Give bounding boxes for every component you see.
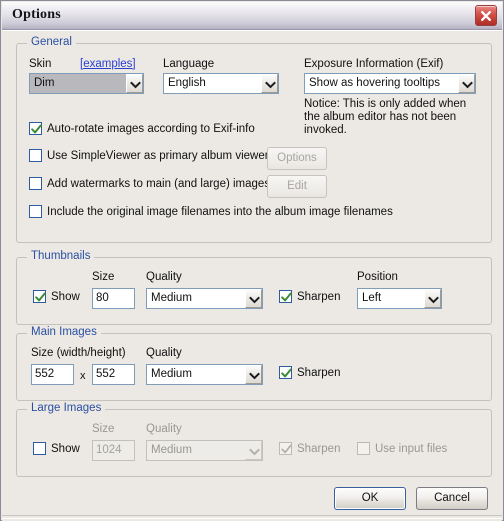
skin-combobox[interactable]: Dim [29,73,144,94]
thumbnails-size-label: Size [92,271,115,283]
general-group-label: General [27,36,76,48]
thumbnails-quality-label: Quality [146,271,182,283]
language-combobox-value: English [168,77,206,89]
window-title: Options [12,7,61,22]
main-images-quality-arrow[interactable] [245,365,262,384]
main-images-size-label: Size (width/height) [31,347,126,359]
language-combobox[interactable]: English [163,73,279,94]
checkbox-box [29,205,42,218]
thumbnails-quality-combobox[interactable]: Medium [146,288,263,309]
main-images-quality-label: Quality [146,347,182,359]
checkbox-thumbnails-sharpen-label: Sharpen [297,290,341,303]
checkbox-box [357,442,370,455]
checkmark-icon [281,292,292,302]
main-images-group: Main Images Size (width/height) Quality … [16,326,492,401]
thumbnails-position-label: Position [357,271,398,283]
checkbox-box [279,290,292,303]
main-images-quality-value: Medium [151,368,192,380]
checkbox-large-images-show-label: Show [51,442,80,455]
size-separator: x [80,370,86,382]
large-images-size-label: Size [92,423,115,435]
checkbox-auto-rotate-label: Auto-rotate images according to Exif-inf… [47,122,255,135]
checkbox-main-images-sharpen[interactable]: Sharpen [279,366,340,379]
dialog-client-area: General Skin [examples] Dim Language Eng… [2,30,502,521]
main-images-height-input[interactable]: 552 [92,364,135,385]
thumbnails-position-arrow[interactable] [424,289,441,308]
thumbnails-quality-arrow[interactable] [245,289,262,308]
thumbnails-group-label: Thumbnails [27,250,95,262]
thumbnails-position-value: Left [362,292,382,304]
checkbox-box [33,442,46,455]
skin-examples-link[interactable]: [examples] [80,58,136,70]
checkbox-main-images-sharpen-label: Sharpen [297,366,341,379]
skin-label: Skin [29,58,52,70]
language-label: Language [163,58,215,70]
checkbox-watermarks[interactable]: Add watermarks to main (and large) image… [29,177,270,190]
thumbnails-position-combobox[interactable]: Left [357,288,442,309]
large-images-quality-arrow [245,441,262,460]
chevron-down-icon [428,296,439,304]
checkbox-use-input-files: Use input files [357,442,447,455]
large-images-size-input: 1024 [92,440,135,461]
exif-label: Exposure Information (Exif) [304,58,444,70]
checkbox-include-original-filenames-label: Include the original image filenames int… [47,205,393,218]
main-images-width-input[interactable]: 552 [31,364,74,385]
large-images-quality-combobox: Medium [146,440,263,461]
checkbox-box [279,442,292,455]
close-button[interactable] [475,5,497,26]
large-images-group-label: Large Images [27,402,106,414]
options-dialog-window: Options General Skin [examples] Dim Lang… [0,0,504,521]
language-combobox-arrow[interactable] [261,74,278,93]
chevron-down-icon [249,448,260,456]
footer-separator [2,515,502,519]
checkbox-large-images-sharpen: Sharpen [279,442,340,455]
chevron-down-icon [249,296,260,304]
chevron-down-icon [462,81,473,89]
checkbox-use-input-files-label: Use input files [375,442,448,455]
checkmark-icon [35,292,46,302]
main-images-quality-combobox[interactable]: Medium [146,364,263,385]
large-images-quality-value: Medium [151,444,192,456]
checkmark-icon [281,368,292,378]
checkbox-box [29,177,42,190]
checkbox-thumbnails-sharpen[interactable]: Sharpen [279,290,340,303]
checkbox-auto-rotate[interactable]: Auto-rotate images according to Exif-inf… [29,122,255,135]
main-images-group-label: Main Images [27,326,101,338]
skin-combobox-value: Dim [30,74,126,93]
cancel-button[interactable]: Cancel [416,487,488,510]
checkbox-box [29,149,42,162]
watermarks-edit-button[interactable]: Edit [267,175,327,198]
chevron-down-icon [130,81,141,89]
title-bar: Options [2,2,502,30]
checkmark-icon [31,124,42,134]
large-images-group: Large Images Size Quality Show 1024 Medi… [16,402,492,477]
checkbox-box [279,366,292,379]
simpleviewer-options-button[interactable]: Options [267,147,327,170]
checkbox-box [33,290,46,303]
checkbox-include-original-filenames[interactable]: Include the original image filenames int… [29,205,393,218]
general-group: General Skin [examples] Dim Language Eng… [16,36,492,243]
checkbox-box [29,122,42,135]
thumbnails-size-input[interactable]: 80 [92,288,135,309]
thumbnails-quality-value: Medium [151,292,192,304]
ok-button[interactable]: OK [334,487,406,510]
checkbox-large-images-sharpen-label: Sharpen [297,442,341,455]
close-icon [481,11,491,21]
exif-combobox-value: Show as hovering tooltips [309,77,441,89]
checkbox-thumbnails-show-label: Show [51,290,80,303]
checkbox-simpleviewer[interactable]: Use SimpleViewer as primary album viewer [29,149,269,162]
thumbnails-group: Thumbnails Size Quality Position Show 80… [16,250,492,325]
checkmark-icon [281,444,292,454]
checkbox-large-images-show[interactable]: Show [33,442,80,455]
checkbox-thumbnails-show[interactable]: Show [33,290,80,303]
chevron-down-icon [249,372,260,380]
exif-notice-text: Notice: This is only added when the albu… [304,98,467,136]
chevron-down-icon [265,81,276,89]
checkbox-watermarks-label: Add watermarks to main (and large) image… [47,177,271,190]
skin-combobox-arrow[interactable] [126,74,143,93]
exif-combobox-arrow[interactable] [458,74,475,93]
checkbox-simpleviewer-label: Use SimpleViewer as primary album viewer [47,149,269,162]
exif-combobox[interactable]: Show as hovering tooltips [304,73,476,94]
large-images-quality-label: Quality [146,423,182,435]
